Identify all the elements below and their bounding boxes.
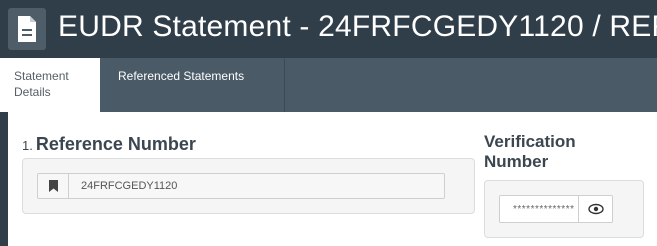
- verification-heading: Verification Number: [484, 132, 624, 172]
- reference-heading-text: Reference Number: [35, 134, 196, 154]
- tab-bar: Statement Details Referenced Statements: [0, 58, 657, 112]
- tab-label-line2: Details: [14, 85, 51, 99]
- verification-field[interactable]: **************: [499, 195, 613, 223]
- tab-statement-details[interactable]: Statement Details: [0, 58, 100, 112]
- verification-panel: **************: [484, 180, 644, 238]
- document-icon: [8, 8, 46, 50]
- reference-heading: 1. Reference Number: [22, 134, 196, 155]
- verification-heading-line1: Verification: [484, 132, 576, 151]
- tab-referenced-statements[interactable]: Referenced Statements: [100, 58, 285, 112]
- tab-label-line1: Statement: [14, 69, 69, 83]
- verification-masked-value: **************: [513, 204, 575, 215]
- bookmark-icon: [38, 174, 69, 198]
- section-number: 1.: [22, 138, 33, 153]
- reference-panel: 24FRFCGEDY1120: [22, 158, 475, 214]
- reference-value: 24FRFCGEDY1120: [81, 180, 178, 192]
- reference-field[interactable]: 24FRFCGEDY1120: [37, 173, 445, 199]
- page-title: EUDR Statement - 24FRFCGEDY1120 / REF-00…: [58, 10, 657, 43]
- eye-icon[interactable]: [578, 196, 612, 222]
- main-content: 1. Reference Number 24FRFCGEDY1120 Verifi…: [8, 112, 657, 246]
- top-bar: EUDR Statement - 24FRFCGEDY1120 / REF-00…: [0, 0, 657, 58]
- verification-heading-line2: Number: [484, 152, 549, 171]
- left-strip: [0, 112, 8, 246]
